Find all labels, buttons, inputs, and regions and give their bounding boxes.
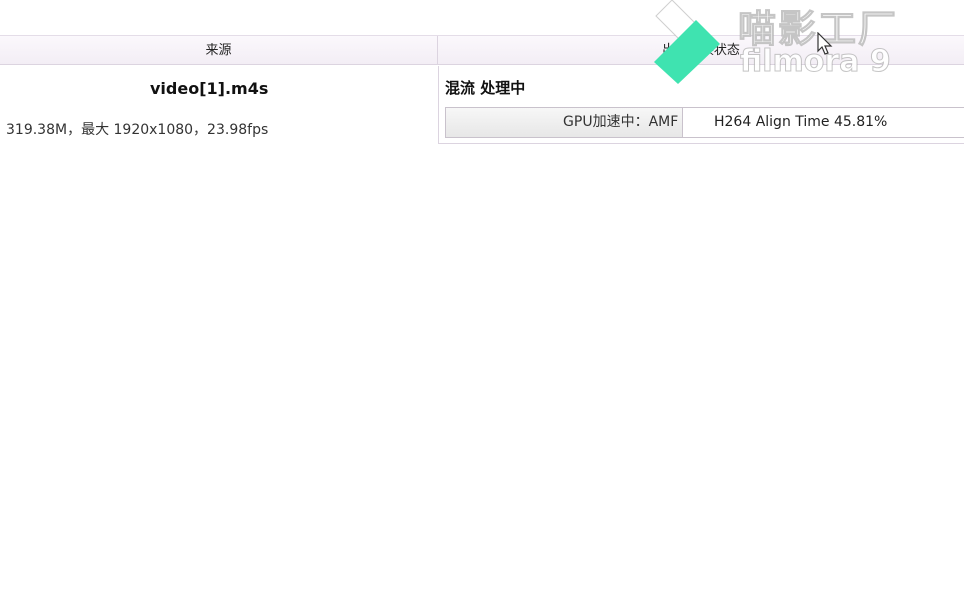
conversion-progress-bar: GPU加速中：AMF H264 Align Time 45.81% <box>445 107 964 138</box>
mouse-pointer-icon <box>817 32 833 55</box>
status-title: 混流 处理中 <box>445 79 526 97</box>
app-window: 来源 出 / 转换状态 video[1].m4s 319.38M，最大 1920… <box>0 0 964 602</box>
source-file-info: 319.38M，最大 1920x1080，23.98fps <box>6 122 269 138</box>
progress-detail-text: H264 Align Time 45.81% <box>714 114 888 130</box>
output-status-cell[interactable]: 混流 处理中 GPU加速中：AMF H264 Align Time 45.81% <box>438 66 964 144</box>
column-header-source[interactable]: 来源 <box>0 36 438 65</box>
column-header-output-status[interactable]: 出 / 转换状态 <box>438 36 964 65</box>
progress-fill: GPU加速中：AMF <box>446 108 684 137</box>
gpu-acceleration-label: GPU加速中：AMF <box>563 114 679 130</box>
source-file-name: video[1].m4s <box>150 79 269 98</box>
source-cell[interactable]: video[1].m4s 319.38M，最大 1920x1080，23.98f… <box>0 66 438 144</box>
